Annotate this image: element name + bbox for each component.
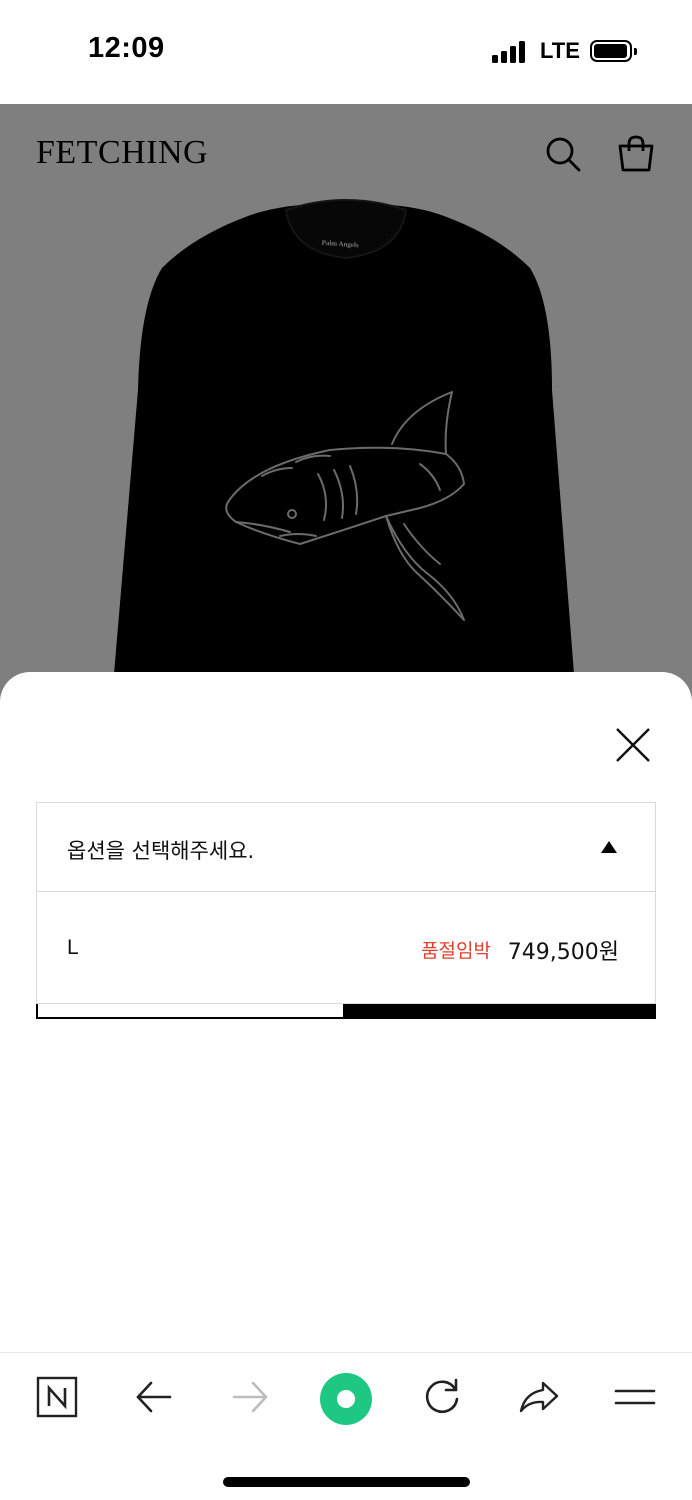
battery-icon: [590, 40, 637, 62]
status-bar: 12:09 LTE: [0, 0, 692, 104]
back-arrow-icon[interactable]: [132, 1375, 176, 1419]
product-page-overlay: Palm Angels FETCHING: [0, 104, 692, 704]
option-select[interactable]: 옵션을 선택해주세요.: [36, 802, 656, 892]
naver-home-icon[interactable]: [35, 1375, 79, 1419]
forward-arrow-icon[interactable]: [228, 1375, 272, 1419]
browser-toolbar: [0, 1352, 692, 1500]
option-bottom-sheet: 옵션을 선택해주세요. L 품절임박 749,500원: [0, 672, 692, 1352]
primary-action-button[interactable]: [345, 1004, 656, 1019]
shopping-bag-icon[interactable]: [616, 134, 656, 174]
secondary-action-button[interactable]: [36, 1004, 345, 1019]
share-icon[interactable]: [517, 1375, 561, 1419]
caret-up-icon: [601, 841, 617, 853]
option-size: L: [67, 936, 79, 959]
option-stock-status: 품절임박: [421, 940, 491, 962]
option-select-placeholder: 옵션을 선택해주세요.: [67, 839, 255, 863]
signal-icon: [492, 41, 528, 63]
product-image: Palm Angels: [114, 199, 574, 704]
network-type: LTE: [540, 38, 580, 63]
green-dot-icon[interactable]: [318, 1371, 374, 1427]
site-logo[interactable]: FETCHING: [36, 134, 208, 172]
menu-icon[interactable]: [613, 1375, 657, 1419]
status-time: 12:09: [88, 32, 165, 64]
option-price: 749,500원: [507, 940, 619, 965]
search-icon[interactable]: [543, 134, 583, 174]
close-icon[interactable]: [612, 724, 654, 766]
home-indicator: [223, 1477, 470, 1487]
action-buttons: [36, 1004, 656, 1019]
option-item-l[interactable]: L 품절임박 749,500원: [36, 892, 656, 1004]
reload-icon[interactable]: [420, 1375, 464, 1419]
